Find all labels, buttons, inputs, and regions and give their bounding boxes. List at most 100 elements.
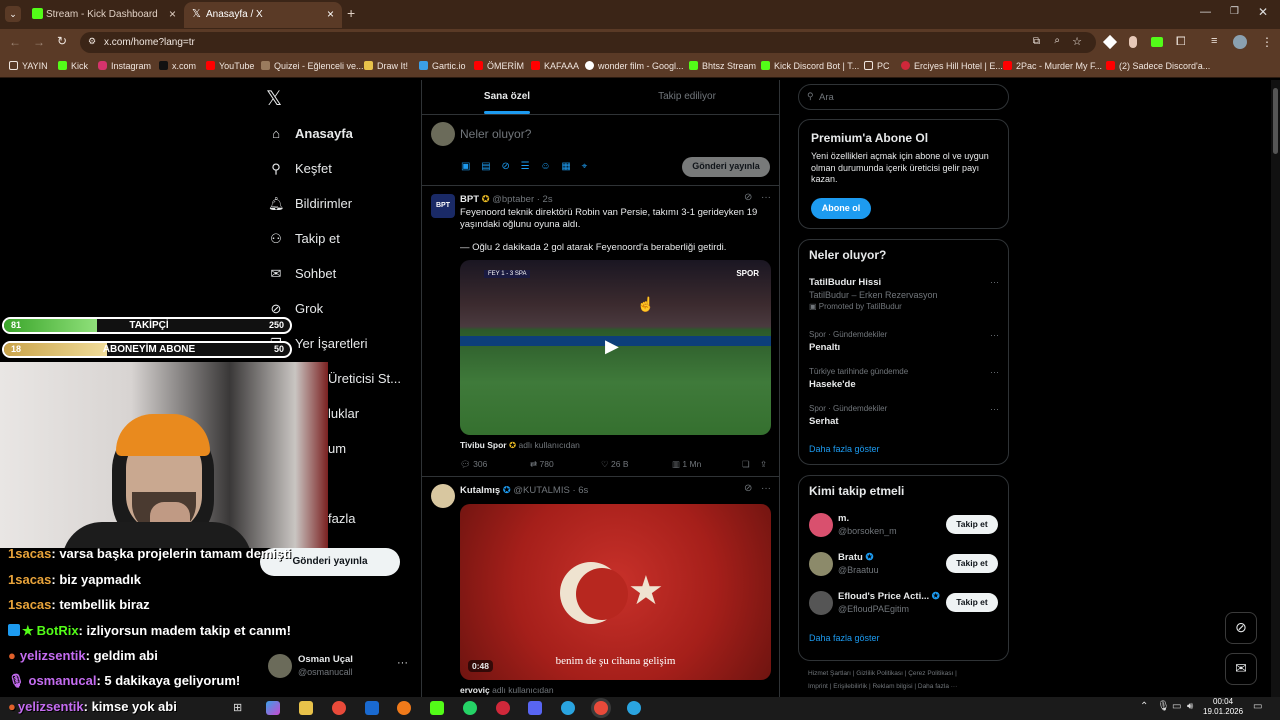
follow-suggestion[interactable]: Efloud's Price Acti... ✪ @EfloudPAEgitim… — [799, 589, 1008, 619]
notifications-icon[interactable]: ▭ — [1253, 701, 1262, 712]
tab-for-you[interactable]: Sana özel — [422, 80, 592, 114]
footer-link[interactable]: Gizlilik Politikası — [856, 670, 903, 677]
share-icon[interactable]: ⇪ — [760, 459, 767, 470]
sidebar-item-premium[interactable]: um — [328, 441, 346, 456]
trend-item[interactable]: Türkiye tarihinde gündemde Haseke'de ··· — [809, 367, 999, 390]
copilot-icon[interactable] — [266, 701, 280, 715]
tab-x-home[interactable]: 𝕏 Anasayfa / X × — [184, 2, 342, 28]
menu-icon[interactable]: ⋮ — [1261, 35, 1273, 49]
bookmark-folder[interactable]: PC — [864, 61, 890, 71]
close-tab-icon[interactable]: × — [327, 7, 334, 21]
tab-search-icon[interactable]: ≡ — [1211, 35, 1217, 47]
follow-button[interactable]: Takip et — [946, 554, 998, 573]
credit-user[interactable]: ervoviç — [460, 685, 490, 695]
star-icon[interactable]: ☆ — [1072, 35, 1082, 48]
x-logo-icon[interactable]: 𝕏 — [266, 86, 282, 111]
show-more-link[interactable]: Daha fazla göster — [809, 444, 880, 454]
telegram-icon[interactable] — [627, 701, 641, 715]
tab-following[interactable]: Takip ediliyor — [602, 80, 772, 114]
opera-icon[interactable] — [496, 701, 510, 715]
media-icon[interactable]: ▣ — [461, 161, 470, 172]
tweet[interactable]: Kutalmış ✪ @KUTALMIS · 6s ⊘ ··· ★ benim … — [422, 477, 779, 699]
follow-button[interactable]: Takip et — [946, 593, 998, 612]
follow-button[interactable]: Takip et — [946, 515, 998, 534]
bookmark-item[interactable]: Bhtsz Stream — [689, 61, 756, 71]
forward-icon[interactable]: → — [33, 35, 45, 49]
reload-icon[interactable]: ↻ — [57, 34, 67, 48]
tab-kick-dashboard[interactable]: Stream - Kick Dashboard × — [14, 2, 184, 28]
repost-button[interactable]: ⇄ 780 — [530, 459, 554, 470]
reply-button[interactable]: 💬︎ 306 — [460, 459, 487, 470]
close-window-icon[interactable]: ✕ — [1258, 5, 1268, 19]
follow-suggestion[interactable]: Bratu ✪ @Braatuu Takip et — [799, 550, 1008, 580]
more-icon[interactable]: ··· — [761, 192, 771, 203]
poll-icon[interactable]: ☰ — [521, 161, 530, 172]
sidebar-item-creator-studio[interactable]: Üreticisi St... — [328, 371, 401, 386]
network-icon[interactable]: ▭ — [1172, 701, 1181, 712]
extensions-puzzle-icon[interactable]: ⧠ — [1176, 34, 1186, 49]
bookmark-item[interactable]: ÖMERİM — [474, 61, 524, 71]
site-info-icon[interactable]: ⚙ — [88, 36, 96, 47]
grok-icon[interactable]: ⊘ — [744, 192, 752, 203]
location-icon[interactable]: ⌖ — [582, 161, 588, 172]
sidebar-item-explore[interactable]: ⚲ Keşfet — [268, 161, 332, 177]
more-icon[interactable]: ··· — [990, 404, 999, 414]
bookmark-item[interactable]: Instagram — [98, 61, 151, 71]
video-player[interactable]: ★ benim de şu cihana gelişim 0:48 — [460, 504, 771, 680]
kick-icon[interactable] — [430, 701, 444, 715]
tray-chevron-icon[interactable]: ⌃ — [1140, 701, 1148, 712]
profile-avatar-icon[interactable] — [1233, 35, 1247, 49]
chrome-active-icon[interactable] — [594, 701, 608, 715]
sidebar-item-home[interactable]: ⌂ Anasayfa — [268, 126, 353, 141]
more-icon[interactable]: ··· — [990, 367, 999, 377]
bookmark-item[interactable]: Draw It! — [364, 61, 408, 71]
sidebar-item-chat[interactable]: ✉ Sohbet — [268, 266, 337, 282]
play-icon[interactable]: ▶ — [605, 336, 619, 357]
bookmark-item[interactable]: Kick — [58, 61, 88, 71]
extension-icon[interactable] — [1151, 37, 1163, 47]
scrollbar-track[interactable] — [1271, 80, 1280, 697]
bookmark-icon[interactable]: ❏ — [742, 459, 750, 470]
bookmark-item[interactable]: 2Pac - Murder My F... — [1003, 61, 1102, 71]
sidebar-item-notifications[interactable]: 🔔︎ Bildirimler — [268, 196, 352, 212]
clock-date[interactable]: 19.01.2026 — [1203, 707, 1243, 716]
bookmark-item[interactable]: wonder film - Googl... — [585, 61, 684, 71]
footer-link[interactable]: Reklam bilgisi — [872, 683, 912, 690]
show-more-link[interactable]: Daha fazla göster — [809, 633, 880, 643]
footer-link[interactable]: Hizmet Şartları — [808, 670, 851, 677]
emoji-icon[interactable]: ☺ — [540, 161, 550, 172]
video-player[interactable]: FEY 1 - 3 SPA SPOR ▶ — [460, 260, 771, 435]
messages-float-button[interactable]: ✉ — [1225, 653, 1257, 685]
follow-suggestion[interactable]: m. @borsoken_m Takip et — [799, 511, 1008, 541]
sidebar-item-more[interactable]: fazla — [328, 511, 355, 526]
extension-icon[interactable] — [1102, 34, 1118, 50]
back-icon[interactable]: ← — [9, 35, 21, 49]
clock-time[interactable]: 00:04 — [1213, 697, 1233, 706]
credit-user[interactable]: Tivibu Spor — [460, 440, 507, 450]
scrollbar-thumb[interactable] — [1273, 88, 1278, 154]
telegram-icon[interactable] — [561, 701, 575, 715]
bookmark-item[interactable]: Kick Discord Bot | T... — [761, 61, 859, 71]
more-icon[interactable]: ··· — [990, 277, 999, 287]
compose-post-button[interactable]: Gönderi yayınla — [682, 157, 770, 177]
like-button[interactable]: ♡ 26 B — [601, 459, 629, 470]
extension-icon[interactable] — [1129, 36, 1137, 48]
bookmark-item[interactable]: YAYIN — [9, 61, 48, 71]
schedule-icon[interactable]: ▦ — [561, 161, 570, 172]
restore-icon[interactable]: ❐ — [1230, 6, 1239, 17]
address-bar[interactable]: ⚙ x.com/home?lang=tr ⧉ ⌕ ☆ — [80, 32, 1096, 53]
bookmark-item[interactable]: (2) Sadece Discord'a... — [1106, 61, 1210, 71]
trend-item[interactable]: Spor · Gündemdekiler Penaltı ··· — [809, 330, 999, 353]
grok-icon[interactable]: ⊘ — [501, 161, 509, 172]
more-icon[interactable]: ··· — [990, 330, 999, 340]
new-tab-button[interactable]: + — [347, 5, 355, 21]
task-view-icon[interactable]: ⊞ — [233, 701, 242, 714]
bookmark-item[interactable]: x.com — [159, 61, 196, 71]
bookmark-item[interactable]: YouTube — [206, 61, 254, 71]
zoom-icon[interactable]: ⌕ — [1054, 35, 1060, 46]
firefox-icon[interactable] — [397, 701, 411, 715]
trend-item[interactable]: Spor · Gündemdekiler Serhat ··· — [809, 404, 999, 427]
footer-link[interactable]: Daha fazla ··· — [918, 683, 957, 690]
bookmark-item[interactable]: Quizei - Eğlenceli ve... — [261, 61, 364, 71]
file-explorer-icon[interactable] — [299, 701, 313, 715]
